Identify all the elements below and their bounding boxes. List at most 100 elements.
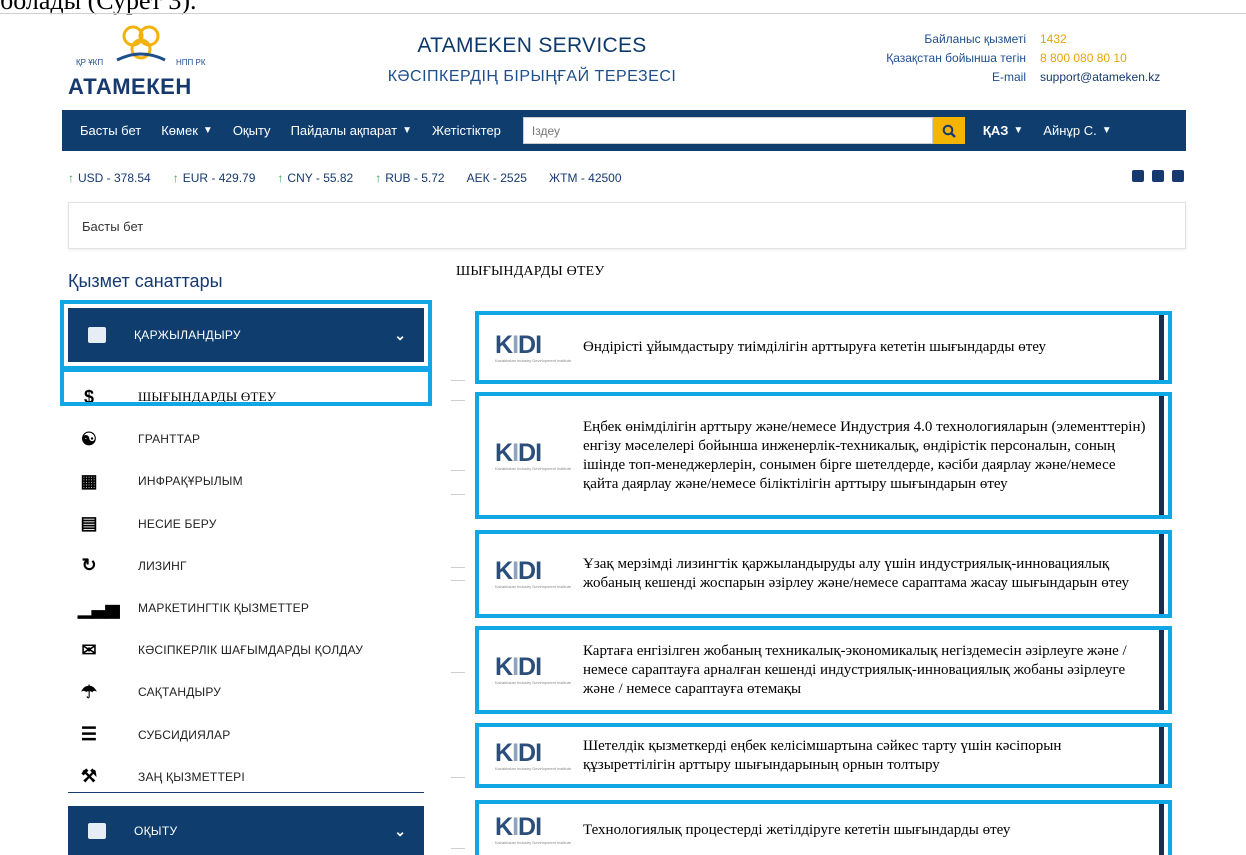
logo-knot-icon: [116, 25, 166, 62]
rate-label: АЕК - 2525: [466, 171, 527, 185]
contact-row: Байланыс қызметі 1432: [886, 30, 1184, 49]
arrow-up-icon: ↑: [375, 171, 382, 185]
divider: [451, 672, 465, 673]
user-menu-dropdown[interactable]: Айнұр С. ▼: [1033, 123, 1121, 138]
contact-email[interactable]: support@atameken.kz: [1026, 68, 1184, 87]
breadcrumb: Басты бет: [68, 202, 1186, 249]
nav-help-dropdown[interactable]: Көмек ▼: [151, 123, 223, 138]
divider: [451, 567, 465, 568]
divider: [451, 470, 465, 471]
rate-label: EUR - 429.79: [182, 171, 256, 185]
bank-icon: ☯: [80, 428, 98, 449]
service-card[interactable]: KIDI Kazakhstan Industry Development Ins…: [475, 311, 1172, 384]
rate-zhtm: ЖТМ - 42500: [549, 171, 622, 185]
search-icon: [942, 124, 956, 138]
sidebar-item-grants[interactable]: ☯ ГРАНТТАР: [68, 418, 424, 460]
breadcrumb-home[interactable]: Басты бет: [82, 219, 143, 234]
contact-label: Қазақстан бойынша тегін: [886, 51, 1026, 65]
rate-usd: ↑ USD - 378.54: [68, 171, 151, 185]
facebook-icon[interactable]: [1172, 170, 1184, 182]
sidebar-item-label: СУБСИДИЯЛАР: [138, 727, 231, 742]
divider: [451, 400, 465, 401]
nav-training[interactable]: Оқыту: [223, 123, 281, 138]
kidi-logo: KIDI Kazakhstan Industry Development Ins…: [479, 740, 583, 771]
kidi-logo-mark: KIDI: [495, 557, 542, 585]
kidi-logo-sub: Kazakhstan Industry Development Institut…: [495, 584, 572, 589]
nav-home[interactable]: Басты бет: [62, 123, 151, 138]
kidi-logo: KIDI Kazakhstan Industry Development Ins…: [479, 653, 583, 686]
arrow-up-icon: ↑: [68, 171, 74, 185]
search-input[interactable]: [531, 123, 932, 138]
briefcase-icon: [88, 823, 106, 839]
rate-label: RUB - 5.72: [385, 171, 445, 185]
contact-label: Байланыс қызметі: [924, 32, 1026, 46]
nav-label: Басты бет: [80, 123, 142, 138]
rate-rub: ↑ RUB - 5.72: [375, 171, 444, 185]
document-text-fragment: болады (Сурет 3).: [0, 0, 197, 15]
kidi-logo-mark: KIDI: [495, 653, 542, 681]
nav-achievements[interactable]: Жетістіктер: [422, 123, 511, 138]
language-dropdown[interactable]: ҚАЗ ▼: [973, 123, 1033, 138]
umbrella-icon: ☂: [80, 681, 98, 702]
sidebar-item-complaints[interactable]: ✉ КӘСІПКЕРЛІК ШАҒЫМДАРДЫ ҚОЛДАУ: [68, 629, 424, 671]
kidi-logo: KIDI Kazakhstan Industry Development Ins…: [479, 815, 583, 846]
user-name: Айнұр С.: [1043, 123, 1097, 138]
caret-down-icon: ▼: [1013, 125, 1024, 136]
highlight-frame: [60, 300, 432, 370]
rate-label: ЖТМ - 42500: [548, 171, 622, 185]
rate-cny: ↑ CNY - 55.82: [277, 171, 353, 185]
logo-name: АТАМЕКЕН: [68, 74, 192, 99]
sidebar-item-infrastructure[interactable]: ▦ ИНФРАҚҰРЫЛЫМ: [68, 460, 424, 502]
divider: [0, 13, 1246, 14]
brand-title: ATAMEKEN SERVICES: [417, 34, 647, 57]
service-card-title: Картаға енгізілген жобаның техникалық-эк…: [583, 642, 1127, 697]
section-title: ШЫҒЫНДАРДЫ ӨТЕУ: [456, 264, 605, 279]
divider: [451, 494, 465, 495]
nav-label: Көмек: [161, 123, 198, 138]
kidi-logo-sub: Kazakhstan Industry Development Institut…: [495, 357, 572, 363]
refresh-icon: ↻: [81, 555, 97, 576]
rate-label: USD - 378.54: [78, 171, 151, 185]
category-subitems: $ ШЫҒЫНДАРДЫ ӨТЕУ ☯ ГРАНТТАР ▦ ИНФРАҚҰРЫ…: [68, 376, 424, 798]
divider: [451, 777, 465, 778]
kidi-logo: KIDI Kazakhstan Industry Development Ins…: [479, 557, 583, 590]
service-card[interactable]: KIDI Kazakhstan Industry Development Ins…: [475, 530, 1172, 618]
kidi-logo-sub: Kazakhstan Industry Development Institut…: [495, 840, 572, 845]
arrow-up-icon: ↑: [172, 171, 179, 185]
sidebar-item-label: ЗАҢ ҚЫЗМЕТТЕРІ: [138, 769, 245, 784]
service-card[interactable]: KIDI Kazakhstan Industry Development Ins…: [475, 392, 1172, 519]
category-training[interactable]: ОҚЫТУ ⌄: [68, 806, 424, 855]
kidi-logo: KIDI Kazakhstan Industry Development Ins…: [479, 332, 583, 363]
service-card[interactable]: KIDI Kazakhstan Industry Development Ins…: [475, 626, 1172, 714]
database-icon: ☰: [80, 724, 98, 745]
speech-bubble-icon: ✉: [81, 639, 97, 660]
highlight-frame: [60, 368, 432, 406]
contact-phone-short[interactable]: 1432: [1026, 30, 1184, 49]
atameken-logo[interactable]: ҚР ҰКП НПП РК АТАМЕКЕН: [68, 22, 218, 108]
service-card[interactable]: KIDI Kazakhstan Industry Development Ins…: [475, 723, 1172, 788]
youtube-icon[interactable]: [1152, 170, 1164, 182]
service-card[interactable]: KIDI Kazakhstan Industry Development Ins…: [475, 800, 1172, 855]
service-card-title: Ұзақ мерзімді лизингтік қаржыландыруды а…: [583, 556, 1130, 591]
nav-useful-info-dropdown[interactable]: Пайдалы ақпарат ▼: [281, 123, 422, 138]
contact-phone-free[interactable]: 8 800 080 80 10: [1026, 49, 1184, 68]
sidebar-item-label: ГРАНТТАР: [138, 432, 201, 447]
sidebar-item-lending[interactable]: ▤ НЕСИЕ БЕРУ: [68, 503, 424, 545]
kidi-logo-sub: Kazakhstan Industry Development Institut…: [495, 680, 572, 685]
nav-label: Пайдалы ақпарат: [290, 123, 398, 138]
sidebar-item-label: ИНФРАҚҰРЫЛЫМ: [138, 474, 243, 489]
sidebar-item-marketing[interactable]: ▁▃▅ МАРКЕТИНГТІК ҚЫЗМЕТТЕР: [68, 587, 424, 629]
logo-subtitle-left: ҚР ҰКП: [76, 58, 104, 67]
sidebar-item-leasing[interactable]: ↻ ЛИЗИНГ: [68, 545, 424, 587]
main-navbar: Басты бет Көмек ▼ Оқыту Пайдалы ақпарат ▼ …: [62, 110, 1186, 151]
divider: [451, 380, 465, 381]
search-box: [522, 117, 933, 144]
sidebar-title: Қызмет санаттары: [68, 271, 223, 291]
sidebar-item-label: КӘСІПКЕРЛІК ШАҒЫМДАРДЫ ҚОЛДАУ: [138, 643, 364, 658]
sidebar-item-subsidies[interactable]: ☰ СУБСИДИЯЛАР: [68, 714, 424, 756]
brand-subtitle: КӘСІПКЕРДІҢ БІРЫҢҒАЙ ТЕРЕЗЕСІ: [387, 68, 677, 85]
search-button[interactable]: [932, 117, 965, 144]
sidebar-item-insurance[interactable]: ☂ САҚТАНДЫРУ: [68, 671, 424, 713]
bar-chart-icon: ▁▃▅: [78, 597, 120, 618]
instagram-icon[interactable]: [1132, 170, 1144, 182]
